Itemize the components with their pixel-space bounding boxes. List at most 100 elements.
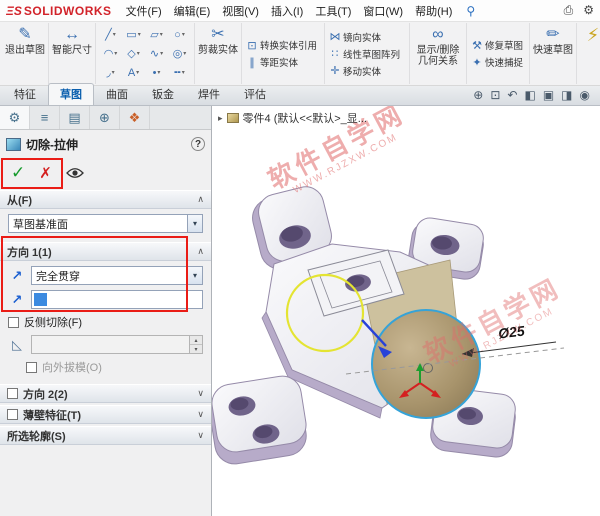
hide-show-icon[interactable]: ◉ [580,88,590,102]
fillet-icon[interactable]: ◞ ▾ [99,63,122,82]
zoom-fit-icon[interactable]: ⊕ [473,88,483,102]
reverse-direction-icon[interactable]: ↗ [8,267,26,285]
outward-draft-row: 向外拔模(O) [26,359,203,375]
tab-surfaces[interactable]: 曲面 [94,83,140,105]
dropdown-arrow-icon[interactable]: ▾ [187,267,202,284]
centerline-icon[interactable]: ╍ ▾ [168,63,191,82]
cancel-x-button[interactable]: ✗ [39,164,52,182]
mirror-entities-button[interactable]: ⋈ 镜向实体 [328,29,406,44]
configuration-tab[interactable]: ▤ [60,106,90,129]
section-view-icon[interactable]: ◧ [524,88,535,102]
pin-menu-icon[interactable]: ⚲ [466,4,475,18]
dropdown-arrow-icon[interactable]: ▾ [187,215,202,232]
move-entities-button[interactable]: ✛ 移动实体 [328,63,406,78]
slot-icon[interactable]: ▱ ▾ [145,25,168,44]
spinner-up-icon[interactable]: ▴ [190,336,202,345]
dimxpert-tab[interactable]: ⊕ [90,106,120,129]
spinner-down-icon[interactable]: ▾ [190,345,202,353]
hide-show-icon: ◉ [579,88,590,102]
convert-entities-button[interactable]: ⊡ 转换实体引用 [245,38,321,53]
tab-sheet-metal[interactable]: 钣金 [140,83,186,105]
end-condition-dropdown[interactable]: 完全贯穿 ▾ [31,266,203,285]
pm-title-row: 切除-拉伸 ? [0,130,211,158]
draft-spinner[interactable]: ▴ ▾ [189,336,202,353]
display-manager-tab[interactable]: ❖ [120,106,150,129]
text-icon[interactable]: A ▾ [122,63,145,82]
arc-icon[interactable]: ◠ ▾ [99,44,122,63]
circle-icon[interactable]: ○ ▾ [168,25,191,44]
direction2-checkbox[interactable] [7,388,18,399]
tab-sketch[interactable]: 草图 [48,83,94,105]
display-relations-button[interactable]: ∞ 显示/删除几何关系 [413,23,463,84]
direction-reference-field[interactable] [31,290,203,309]
exit-sketch-button[interactable]: ✎ 退出草图 [5,23,45,84]
polygon-icon[interactable]: ◇ ▾ [122,44,145,63]
chevron-down-icon: ∨ [197,388,204,398]
section-selected-contours-header[interactable]: 所选轮廓(S) ∨ [0,426,211,445]
menu-file[interactable]: 文件(F) [126,3,162,19]
tab-evaluate[interactable]: 评估 [232,83,278,105]
linear-pattern-label: 线性草图阵列 [343,49,401,61]
menu-insert[interactable]: 插入(I) [271,3,303,19]
draft-row: ◺ ▴ ▾ [8,335,203,354]
feature-tree-tab[interactable]: ≡ [30,106,60,129]
sketch-tools-grid: ╱ ▾ ▭ ▾ ▱ ▾ ○ ▾ ◠ ▾ ◇ ▾ ∿ ▾ ◎ ▾ ◞ ▾ A ▾ • ▾ ╍ ▾ [99,25,191,82]
ellipse-icon[interactable]: ◎ ▾ [168,44,191,63]
offset-entities-button[interactable]: ∥ 等距实体 [245,55,321,70]
menu-edit[interactable]: 编辑(E) [174,3,211,19]
thin-feature-checkbox[interactable] [7,409,18,420]
dropdown-arrow-icon: ▾ [136,51,140,57]
previous-view-icon: ↶ [507,88,518,102]
menu-window[interactable]: 窗口(W) [363,3,403,19]
from-plane-dropdown[interactable]: 草图基准面 ▾ [8,214,203,233]
trim-entities-button[interactable]: ✂ 剪裁实体 [198,23,238,84]
flip-side-checkbox[interactable] [8,316,19,328]
menu-tools[interactable]: 工具(T) [315,3,351,19]
property-manager-panel: ⚙ ≡ ▤ ⊕ ❖ 切除-拉伸 ? ✓ ✗ 从(F) ∧ 草图基准面 ▾ 方向 … [0,106,212,516]
chevron-up-icon: ∧ [197,194,204,204]
point-icon[interactable]: • ▾ [145,63,168,82]
ds-logo-mark: ΞS [6,3,22,18]
dropdown-arrow-icon: ▾ [136,70,140,76]
property-manager-tab[interactable]: ⚙ [0,106,30,129]
options-gear-icon[interactable]: ⚙ [583,3,594,18]
help-icon[interactable]: ? [191,137,205,151]
view-orientation-icon[interactable]: ▣ [543,88,554,102]
section-direction2-header[interactable]: 方向 2(2) ∨ [0,384,211,403]
draft-icon[interactable]: ◺ [8,337,26,353]
previous-view-icon[interactable]: ↶ [507,88,517,102]
ok-check-button[interactable]: ✓ [11,163,25,183]
direction-reference-icon[interactable]: ↗ [8,291,26,309]
menu-view[interactable]: 视图(V) [222,3,259,19]
tab-features[interactable]: 特征 [2,83,48,105]
cylinder-face[interactable] [371,309,481,419]
display-style-icon[interactable]: ◨ [561,88,572,102]
repair-sketch-button[interactable]: ⚒ 修复草图 [470,38,526,53]
linear-pattern-button[interactable]: ∷ 线性草图阵列 [328,46,406,61]
draft-angle-field[interactable]: ▴ ▾ [31,335,203,354]
dimension-d25[interactable]: Ø25 [461,322,557,357]
tab-weldments[interactable]: 焊件 [186,83,232,105]
menu-help[interactable]: 帮助(H) [415,3,452,19]
ear-bottom-left[interactable] [212,373,309,466]
instant2d-button[interactable]: ⚡ [580,23,600,84]
quick-snaps-button[interactable]: ✦ 快速捕捉 [470,55,526,70]
line-icon[interactable]: ╱ ▾ [99,25,122,44]
feature-tree-breadcrumb[interactable]: ▸ 零件4 (默认<<默认>_显... [218,110,367,126]
graphics-area[interactable]: ▸ 零件4 (默认<<默认>_显... Ø25 软件自学网 WWW.RJZXW.… [212,106,600,516]
rectangle-icon[interactable]: ▭ ▾ [122,25,145,44]
preview-eye-button[interactable] [65,167,84,179]
flyout-arrow-icon[interactable]: ▸ [218,113,223,124]
rapid-sketch-button[interactable]: ✏ 快速草图 [533,23,573,84]
print-icon[interactable]: ⎙ [564,3,574,18]
model-viewport[interactable]: Ø25 [212,106,600,516]
section-from-header[interactable]: 从(F) ∧ [0,190,211,209]
spline-icon[interactable]: ∿ ▾ [145,44,168,63]
dropdown-arrow-icon: ▾ [112,32,116,38]
zoom-area-icon[interactable]: ⊡ [490,88,500,102]
smart-dimension-button[interactable]: ↔ 智能尺寸 [52,23,92,84]
section-thin-feature-header[interactable]: 薄壁特征(T) ∨ [0,405,211,424]
section-direction1-header[interactable]: 方向 1(1) ∧ [0,242,211,261]
display-relations-icon: ∞ [432,26,444,43]
outward-draft-checkbox[interactable] [26,361,37,373]
